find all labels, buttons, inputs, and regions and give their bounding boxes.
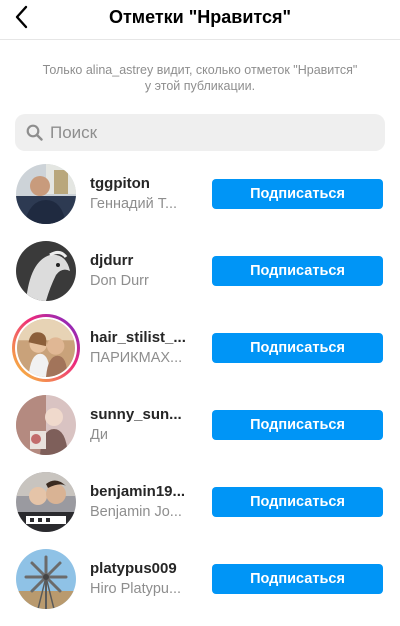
- avatar[interactable]: [16, 164, 76, 224]
- full-name: Ди: [90, 427, 108, 443]
- header-bar: Отметки "Нравится": [0, 0, 400, 40]
- username[interactable]: benjamin19...: [90, 483, 190, 501]
- follow-button[interactable]: Подписаться: [212, 179, 383, 209]
- full-name: Геннадий Т...: [90, 196, 178, 212]
- avatar[interactable]: [16, 395, 76, 455]
- search-icon: [25, 124, 43, 142]
- page-title: Отметки "Нравится": [108, 7, 292, 27]
- search-input[interactable]: [50, 122, 370, 143]
- list-item[interactable]: benjamin19... Benjamin Jo... Подписаться: [0, 463, 400, 540]
- list-item[interactable]: platypus009 Hiro Platypu... Подписаться: [0, 540, 400, 617]
- list-item[interactable]: sunny_sun... Ди Подписаться: [0, 386, 400, 463]
- avatar[interactable]: [16, 241, 76, 301]
- full-name: Benjamin Jo...: [90, 504, 182, 520]
- username[interactable]: platypus009: [90, 560, 190, 578]
- likers-list: tggpiton Геннадий Т... Подписаться djdur…: [0, 155, 400, 617]
- list-item[interactable]: hair_stilist_... ПАРИКМАХ... Подписаться: [0, 309, 400, 386]
- username[interactable]: tggpiton: [90, 175, 190, 193]
- follow-button[interactable]: Подписаться: [212, 410, 383, 440]
- username[interactable]: hair_stilist_...: [90, 329, 190, 347]
- avatar[interactable]: [16, 472, 76, 532]
- list-item[interactable]: tggpiton Геннадий Т... Подписаться: [0, 155, 400, 232]
- follow-button[interactable]: Подписаться: [212, 564, 383, 594]
- full-name: Don Durr: [90, 273, 149, 289]
- follow-button[interactable]: Подписаться: [212, 256, 383, 286]
- avatar[interactable]: [16, 549, 76, 609]
- full-name: ПАРИКМАХ...: [90, 350, 183, 366]
- username[interactable]: djdurr: [90, 252, 190, 270]
- username[interactable]: sunny_sun...: [90, 406, 190, 424]
- avatar-story-ring[interactable]: [12, 314, 80, 382]
- follow-button[interactable]: Подписаться: [212, 487, 383, 517]
- list-item[interactable]: djdurr Don Durr Подписаться: [0, 232, 400, 309]
- likes-privacy-notice: Только alina_astrey видит, сколько отмет…: [42, 63, 358, 93]
- follow-button[interactable]: Подписаться: [212, 333, 383, 363]
- search-bar[interactable]: [15, 114, 385, 151]
- full-name: Hiro Platypu...: [90, 581, 182, 597]
